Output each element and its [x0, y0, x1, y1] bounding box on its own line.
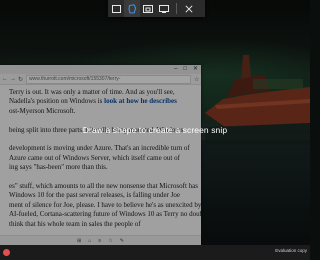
start-icon[interactable] — [3, 249, 10, 256]
rectangular-snip-button[interactable] — [108, 0, 124, 17]
snip-instruction-text: Draw a shape to create a screen snip — [82, 125, 228, 135]
freeform-snip-button[interactable] — [124, 0, 140, 17]
freeform-snip-icon — [127, 3, 136, 14]
toolbar-divider — [176, 3, 177, 14]
taskbar-watermark-text: Evaluation copy — [275, 248, 307, 253]
close-icon — [185, 4, 193, 13]
taskbar: Evaluation copy — [0, 245, 310, 260]
rectangle-snip-icon — [111, 4, 121, 13]
fullscreen-snip-button[interactable] — [156, 0, 172, 17]
window-snip-icon — [143, 4, 153, 13]
window-snip-button[interactable] — [140, 0, 156, 17]
fullscreen-snip-icon — [159, 4, 169, 13]
snip-toolbar — [108, 0, 205, 17]
close-snip-button[interactable] — [181, 0, 197, 17]
